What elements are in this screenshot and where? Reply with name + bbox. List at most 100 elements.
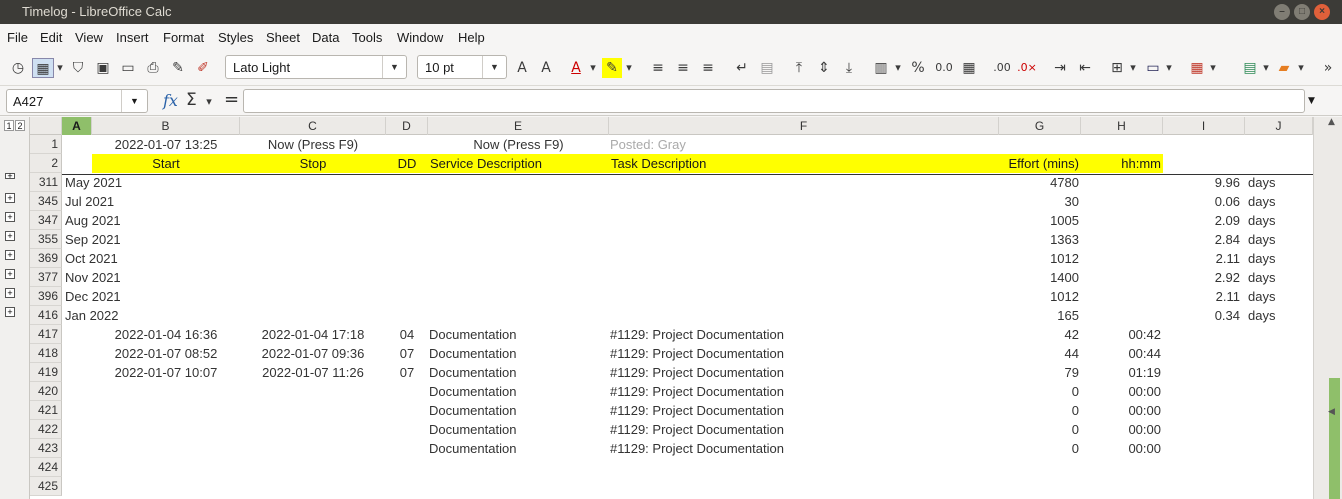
cell-c-418[interactable]: 2022-01-07 09:36 [240,344,386,363]
align-left-icon[interactable]: ≡ [648,58,668,78]
column-header-e[interactable]: E [428,117,609,135]
cell-e-420[interactable]: Documentation [428,382,609,401]
cell-h-417[interactable]: 00:42 [1081,325,1163,344]
conditional-format-icon[interactable]: ▦ [1187,58,1207,78]
chevron-down-icon[interactable]: ▾ [893,58,903,78]
column-header-g[interactable]: G [999,117,1081,135]
cell-f-422[interactable]: #1129: Project Documentation [609,420,999,439]
close-icon[interactable]: × [1314,4,1330,20]
menu-view[interactable]: View [75,30,103,45]
chevron-down-icon[interactable]: ▾ [588,58,598,78]
cell-g-422[interactable]: 0 [999,420,1081,439]
row-header[interactable]: 423 [30,439,62,458]
cell-g-355[interactable]: 1363 [999,230,1081,249]
chevron-down-icon[interactable]: ▾ [204,92,214,112]
minimize-icon[interactable]: – [1274,4,1290,20]
borders-icon[interactable]: ⊞ [1107,58,1127,78]
cell-g-418[interactable]: 44 [999,344,1081,363]
cell-e-421[interactable]: Documentation [428,401,609,420]
cell-g-416[interactable]: 165 [999,306,1081,325]
menu-tools[interactable]: Tools [352,30,382,45]
toolbar-overflow-icon[interactable]: » [1318,58,1338,78]
column-header-j[interactable]: J [1245,117,1313,135]
expand-formula-icon[interactable]: ▼ [1308,96,1315,106]
cell-h-421[interactable]: 00:00 [1081,401,1163,420]
column-header-i[interactable]: I [1163,117,1245,135]
row-header[interactable]: 416 [30,306,62,325]
cell-f-418[interactable]: #1129: Project Documentation [609,344,999,363]
cell-e-422[interactable]: Documentation [428,420,609,439]
increase-font-icon[interactable]: A [512,58,532,78]
cell-i-369[interactable]: 2.11 [1163,249,1242,268]
chevron-down-icon[interactable]: ▼ [382,56,406,78]
cell-i-377[interactable]: 2.92 [1163,268,1242,287]
open-folder-icon[interactable]: ▰ [1274,58,1294,78]
cell-c-2[interactable]: Stop [240,154,386,173]
cell-b-418[interactable]: 2022-01-07 08:52 [92,344,240,363]
cell-i-311[interactable]: 9.96 [1163,173,1242,192]
cell-b-417[interactable]: 2022-01-04 16:36 [92,325,240,344]
outline-level-2[interactable]: 2 [15,120,25,131]
outline-level-1[interactable]: 1 [4,120,14,131]
cell-g-419[interactable]: 79 [999,363,1081,382]
formula-input[interactable] [243,89,1305,113]
cell-i-347[interactable]: 2.09 [1163,211,1242,230]
cell-a-369[interactable]: Oct 2021 [64,249,364,268]
cell-h-423[interactable]: 00:00 [1081,439,1163,458]
comment-icon[interactable]: ▭ [118,58,138,78]
table-grid-icon[interactable]: ▦ [32,58,54,78]
menu-file[interactable]: File [7,30,28,45]
cell-j-377[interactable]: days [1247,268,1313,287]
cell-f-1[interactable]: Posted: Gray [609,135,999,154]
row-header[interactable]: 421 [30,401,62,420]
align-bottom-icon[interactable]: ⤓ [839,58,859,78]
cell-g-421[interactable]: 0 [999,401,1081,420]
wrap-text-icon[interactable]: ↵ [732,58,752,78]
cell-c-419[interactable]: 2022-01-07 11:26 [240,363,386,382]
scroll-up-icon[interactable]: ▲ [1328,117,1335,127]
cell-f-419[interactable]: #1129: Project Documentation [609,363,999,382]
chevron-down-icon[interactable]: ▾ [1208,58,1218,78]
delete-decimal-icon[interactable]: .0× [1016,58,1038,78]
cell-j-347[interactable]: days [1247,211,1313,230]
cell-a-311[interactable]: May 2021 [64,173,364,192]
border-style-icon[interactable]: ▭ [1143,58,1163,78]
cell-i-345[interactable]: 0.06 [1163,192,1242,211]
cell-b-419[interactable]: 2022-01-07 10:07 [92,363,240,382]
cell-f-423[interactable]: #1129: Project Documentation [609,439,999,458]
vertical-scrollbar[interactable]: ▲ ◀ [1313,117,1342,499]
column-header-b[interactable]: B [92,117,240,135]
font-color-icon[interactable]: A [566,58,586,78]
cell-f-2[interactable]: Task Description [610,154,1000,173]
currency-icon[interactable]: ▥ [871,58,891,78]
new-document-icon[interactable]: ▤ [1240,58,1260,78]
cell-j-369[interactable]: days [1247,249,1313,268]
cell-h-420[interactable]: 00:00 [1081,382,1163,401]
column-header-c[interactable]: C [240,117,386,135]
cell-e-2[interactable]: Service Description [429,154,610,173]
number-format-icon[interactable]: 0.0 [933,58,955,78]
cell-j-355[interactable]: days [1247,230,1313,249]
cell-g-396[interactable]: 1012 [999,287,1081,306]
center-vertically-icon[interactable]: ⇕ [814,58,834,78]
cell-i-355[interactable]: 2.84 [1163,230,1242,249]
menu-format[interactable]: Format [163,30,204,45]
image-icon[interactable]: ▣ [93,58,113,78]
cell-e-423[interactable]: Documentation [428,439,609,458]
row-header[interactable]: 1 [30,135,62,154]
cell-e-419[interactable]: Documentation [428,363,609,382]
menu-edit[interactable]: Edit [40,30,62,45]
cell-e-417[interactable]: Documentation [428,325,609,344]
expand-group-icon[interactable]: + [5,288,15,298]
cell-h-419[interactable]: 01:19 [1081,363,1163,382]
cell-h-418[interactable]: 00:44 [1081,344,1163,363]
expand-group-icon[interactable]: + [5,193,15,203]
menu-styles[interactable]: Styles [218,30,253,45]
row-header[interactable]: 422 [30,420,62,439]
percent-icon[interactable]: % [908,58,928,78]
font-size-combo[interactable]: 10 pt ▼ [417,55,507,79]
cell-i-416[interactable]: 0.34 [1163,306,1242,325]
cell-d-417[interactable]: 04 [386,325,428,344]
expand-group-icon[interactable]: + [5,250,15,260]
cell-c-417[interactable]: 2022-01-04 17:18 [240,325,386,344]
